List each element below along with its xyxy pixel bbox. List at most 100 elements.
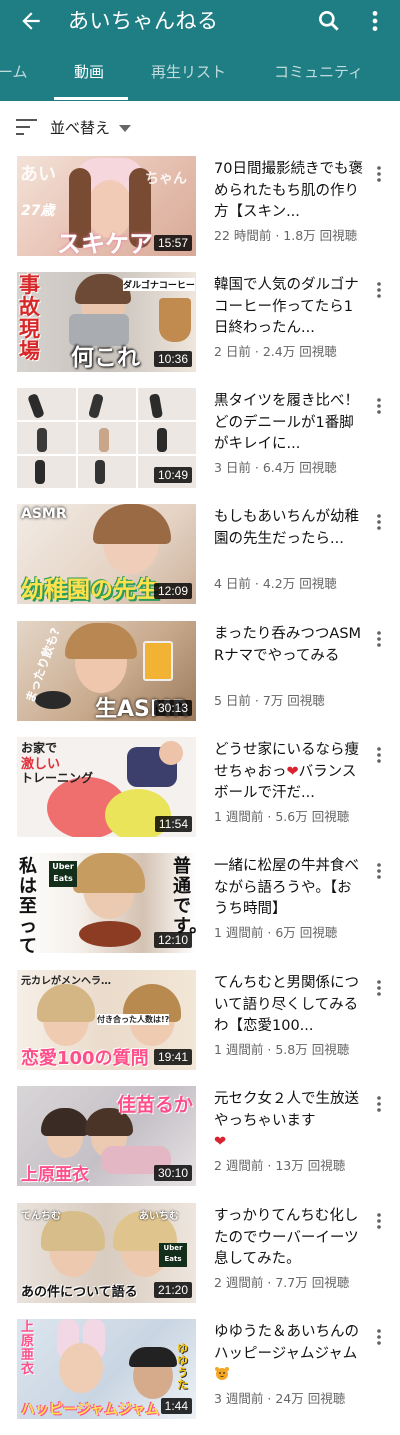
video-thumbnail[interactable]: 元カレがメンヘラ… 付き合った人数は!? 恋愛100の質問 19:41 [17,970,196,1070]
thumbnail-text: ハッピージャムジャム [21,1402,160,1418]
tab-home[interactable]: ーム [0,42,28,101]
video-meta: 1 週間前 · 6万 回視聴 [214,925,338,940]
thumbnail-text: 27歳 [21,203,55,219]
app-bar: あいちゃんねる [0,0,400,42]
video-thumbnail[interactable]: 上原亜衣 ゆゆうた ハッピージャムジャム 1:44 [17,1319,196,1419]
video-thumbnail[interactable]: まったり飲も? 生ASMR 30:13 [17,621,196,721]
video-title[interactable]: まったり呑みつつASMRナマでやってみる [214,624,364,667]
video-meta: 1 週間前 · 5.8万 回視聴 [214,1042,350,1057]
video-thumbnail[interactable]: 10:49 [17,388,196,488]
thumbnail-text: Uber Eats [49,861,77,887]
more-vert-icon[interactable] [372,164,386,184]
video-item[interactable]: 元カレがメンヘラ… 付き合った人数は!? 恋愛100の質問 19:41 てんちむ… [0,970,400,1086]
sort-label[interactable]: 並べ替え [50,117,110,139]
tiger-emoji-icon [215,1367,229,1380]
more-vert-icon[interactable] [372,745,386,765]
sort-icon[interactable] [16,118,38,136]
video-duration: 1:44 [160,1398,192,1414]
channel-title: あいちゃんねる [68,9,219,33]
thumbnail-text: トレーニング [21,771,94,785]
video-item[interactable]: 10:49 黒タイツを履き比べ！どのデニールが1番脚がキレイに... 3 日前 … [0,388,400,504]
video-duration: 15:57 [153,235,192,251]
thumbnail-text: 佳苗るか [117,1094,194,1116]
video-item[interactable]: ASMR 幼稚園の先生 12:09 もしもあいちんが幼稚園の先生だったら... … [0,504,400,620]
thumbnail-text: スキケア [57,230,153,256]
thumbnail-text: 事故現場 [19,273,40,363]
video-item[interactable]: まったり飲も? 生ASMR 30:13 まったり呑みつつASMRナマでやってみる… [0,621,400,737]
more-vert-icon[interactable] [372,1094,386,1114]
heart-icon: ❤ [214,1134,227,1150]
video-title[interactable]: 一緒に松屋の牛丼食べながら語ろうや。【おうち時間】 [214,856,364,921]
video-duration: 12:09 [153,583,192,599]
more-vert-icon[interactable] [372,396,386,416]
video-title-text: 元セク女２人で生放送やっちゃいます [214,1091,359,1129]
thumbnail-text: ダルゴナコーヒー [123,278,195,291]
more-vert-icon[interactable] [372,1327,386,1347]
video-title[interactable]: どうせ家にいるなら痩せちゃおっ❤バランスボールで汗だ... [214,740,364,805]
video-item[interactable]: 事故現場 ダルゴナコーヒー 何これ 10:36 韓国で人気のダルゴナコーヒー作っ… [0,272,400,388]
video-item[interactable]: 私は至って 普通です。 Uber Eats 12:10 一緒に松屋の牛丼食べなが… [0,853,400,969]
more-vert-icon[interactable] [372,1211,386,1231]
video-thumbnail[interactable]: お家で 激しい トレーニング 11:54 [17,737,196,837]
video-duration: 12:10 [153,932,192,948]
video-duration: 30:10 [153,1165,192,1181]
tab-playlists[interactable]: 再生リスト [151,42,226,101]
sort-bar[interactable]: 並べ替え [0,101,400,155]
thumbnail-text: 私は至って [19,856,37,954]
video-thumbnail[interactable]: ASMR 幼稚園の先生 12:09 [17,504,196,604]
video-item[interactable]: 上原亜衣 ゆゆうた ハッピージャムジャム 1:44 ゆゆうた＆あいちんのハッピー… [0,1319,400,1435]
video-title[interactable]: ゆゆうた＆あいちんのハッピージャムジャム [214,1322,364,1387]
video-thumbnail[interactable]: 佳苗るか 上原亜衣 30:10 [17,1086,196,1186]
more-vert-icon[interactable] [366,8,384,34]
video-thumbnail[interactable]: 私は至って 普通です。 Uber Eats 12:10 [17,853,196,953]
video-duration: 19:41 [153,1049,192,1065]
video-duration: 21:20 [153,1282,192,1298]
thumbnail-text: 元カレがメンヘラ… [21,976,111,987]
video-duration: 10:36 [153,351,192,367]
video-meta: 2 日前 · 2.4万 回視聴 [214,344,337,359]
thumbnail-text: あいちむ [139,1211,179,1222]
thumbnail-text: 上原亜衣 [21,1165,89,1185]
video-item[interactable]: てんちむ あいちむ Uber Eats あの件について語る 21:20 すっかり… [0,1203,400,1319]
thumbnail-text: 幼稚園の先生 [21,577,159,603]
video-title[interactable]: 元セク女２人で生放送やっちゃいます ❤ [214,1089,364,1154]
video-title-text: ゆゆうた＆あいちんのハッピージャムジャム [214,1324,359,1362]
video-duration: 10:49 [153,467,192,483]
video-item[interactable]: あい ちゃん 27歳 スキケア 15:57 70日間撮影続きでも褒められたもち肌… [0,156,400,272]
video-title[interactable]: 韓国で人気のダルゴナコーヒー作ってたら1日終わったん... [214,275,364,340]
thumbnail-text: ゆゆうた [177,1342,188,1391]
search-icon[interactable] [316,8,342,34]
chevron-down-icon[interactable] [119,125,131,133]
tab-community[interactable]: コミュニティ [274,42,363,101]
video-title[interactable]: 黒タイツを履き比べ！どのデニールが1番脚がキレイに... [214,391,364,456]
more-vert-icon[interactable] [372,280,386,300]
video-title[interactable]: すっかりてんちむ化したのでウーバーイーツ息してみた。 [214,1206,364,1271]
video-title[interactable]: てんちむと男関係について語り尽くしてみるわ【恋愛100... [214,973,364,1038]
thumbnail-text: ちゃん [145,171,187,187]
video-thumbnail[interactable]: あい ちゃん 27歳 スキケア 15:57 [17,156,196,256]
video-item[interactable]: お家で 激しい トレーニング 11:54 どうせ家にいるなら痩せちゃおっ❤バラン… [0,737,400,853]
video-meta: 3 日前 · 6.4万 回視聴 [214,460,337,475]
video-item[interactable]: 佳苗るか 上原亜衣 30:10 元セク女２人で生放送やっちゃいます ❤ 2 週間前… [0,1086,400,1202]
video-meta: 3 週間前 · 24万 回視聴 [214,1391,346,1406]
arrow-back-icon[interactable] [18,8,44,34]
video-thumbnail[interactable]: てんちむ あいちむ Uber Eats あの件について語る 21:20 [17,1203,196,1303]
video-title[interactable]: 70日間撮影続きでも褒められたもち肌の作り方【スキン... [214,159,364,224]
thumbnail-text: 恋愛100の質問 [21,1048,149,1069]
heart-icon: ❤ [286,763,299,780]
video-meta: 22 時間前 · 1.8万 回視聴 [214,228,358,243]
more-vert-icon[interactable] [372,629,386,649]
more-vert-icon[interactable] [372,512,386,532]
thumbnail-text: Uber Eats [159,1243,187,1267]
channel-tabs: ーム 動画 再生リスト コミュニティ [0,42,400,101]
video-thumbnail[interactable]: 事故現場 ダルゴナコーヒー 何これ 10:36 [17,272,196,372]
video-duration: 30:13 [153,700,192,716]
video-meta: 2 週間前 · 13万 回視聴 [214,1158,346,1173]
more-vert-icon[interactable] [372,978,386,998]
more-vert-icon[interactable] [372,861,386,881]
thumbnail-text: 付き合った人数は!? [97,1014,170,1025]
video-meta: 4 日前 · 4.2万 回視聴 [214,576,337,591]
video-title[interactable]: もしもあいちんが幼稚園の先生だったら... [214,507,364,550]
thumbnail-text: 普通です。 [173,856,196,937]
tab-videos[interactable]: 動画 [74,42,104,101]
